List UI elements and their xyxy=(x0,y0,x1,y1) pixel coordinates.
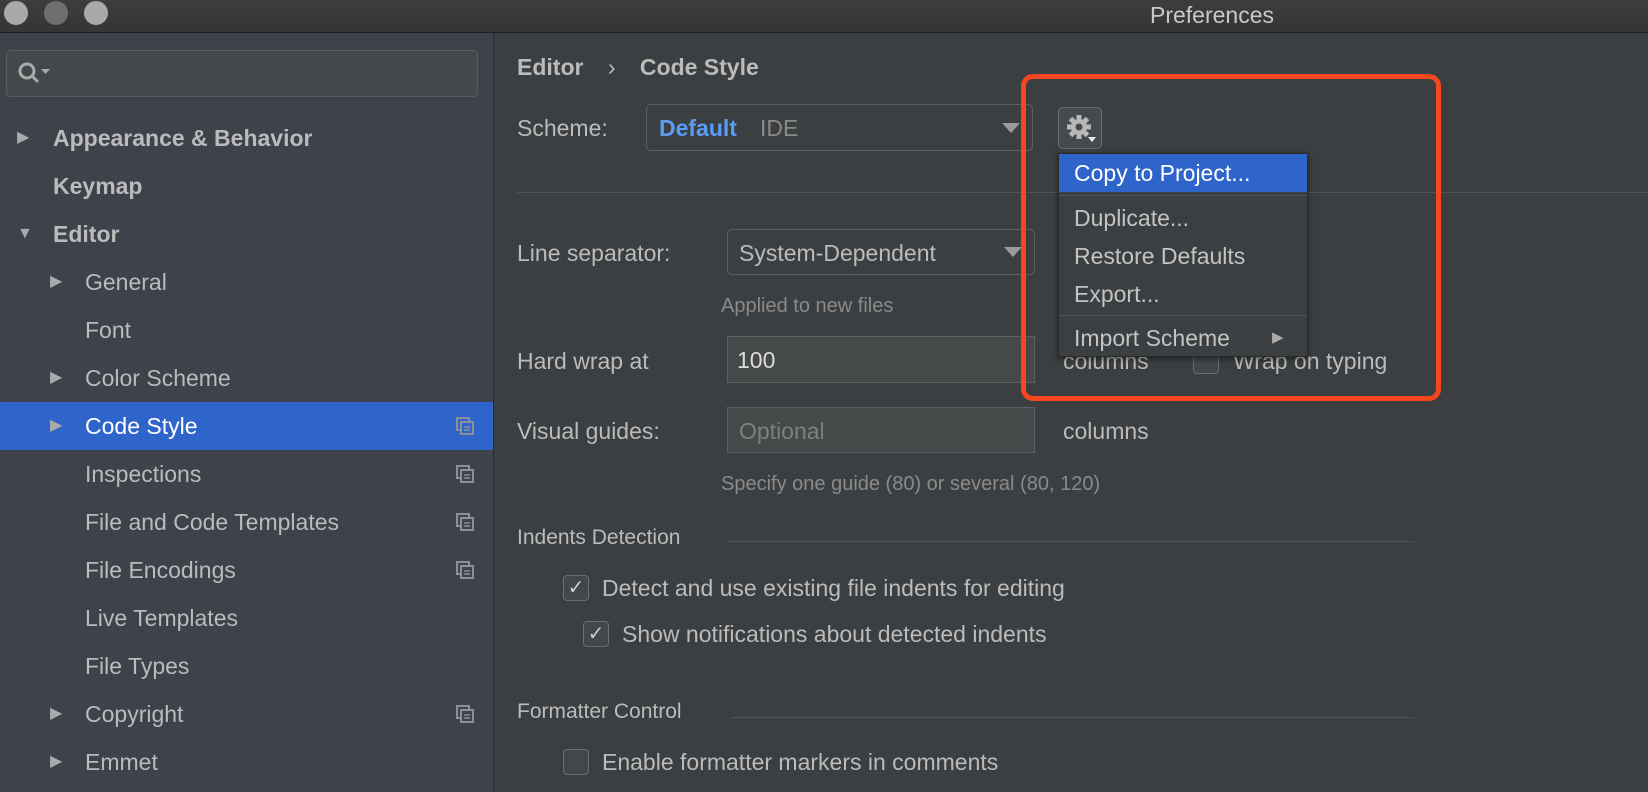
collapsed-arrow-icon[interactable]: ▶ xyxy=(50,258,62,306)
hard-wrap-input[interactable]: 100 xyxy=(727,336,1035,383)
settings-search-input[interactable] xyxy=(6,50,478,97)
project-scope-icon xyxy=(456,705,474,723)
line-separator-value: System-Dependent xyxy=(739,240,936,266)
collapsed-arrow-icon[interactable]: ▶ xyxy=(50,738,62,786)
expanded-arrow-icon[interactable]: ▼ xyxy=(17,210,33,258)
sidebar-item-label: Emmet xyxy=(85,749,158,775)
sidebar-item-file-encodings[interactable]: File Encodings xyxy=(0,546,493,594)
sidebar-item-label: Copyright xyxy=(85,701,184,727)
section-divider xyxy=(731,717,1414,718)
visual-guides-placeholder: Optional xyxy=(739,418,825,444)
sidebar-item-inspections[interactable]: Inspections xyxy=(0,450,493,498)
chevron-down-icon xyxy=(1002,122,1020,133)
scheme-name: Default xyxy=(659,115,737,141)
project-scope-icon xyxy=(456,465,474,483)
detect-indents-label: Detect and use existing file indents for… xyxy=(602,575,1065,601)
sidebar-item-emmet[interactable]: ▶ Emmet xyxy=(0,738,493,786)
title-bar: Preferences xyxy=(0,0,1648,33)
hard-wrap-value: 100 xyxy=(737,347,776,373)
close-window-button[interactable] xyxy=(4,1,28,25)
chevron-down-icon xyxy=(1004,247,1022,257)
scheme-label: Scheme: xyxy=(517,115,608,141)
project-scope-icon xyxy=(456,513,474,531)
project-scope-icon xyxy=(456,561,474,579)
collapsed-arrow-icon[interactable]: ▶ xyxy=(50,690,62,738)
show-notifications-checkbox[interactable]: ✓ xyxy=(583,621,609,647)
visual-guides-input[interactable]: Optional xyxy=(727,407,1035,453)
scheme-dropdown[interactable]: Default IDE xyxy=(646,104,1033,151)
highlight-annotation-box xyxy=(1021,74,1441,401)
sidebar-item-color-scheme[interactable]: ▶ Color Scheme xyxy=(0,354,493,402)
sidebar-item-label: Font xyxy=(85,317,132,343)
search-icon xyxy=(18,62,50,84)
indents-detection-title: Indents Detection xyxy=(517,526,681,549)
collapsed-arrow-icon[interactable]: ▶ xyxy=(50,354,62,402)
project-scope-icon xyxy=(456,417,474,435)
sidebar-item-label: File and Code Templates xyxy=(85,509,339,535)
sidebar-item-editor[interactable]: ▼ Editor xyxy=(0,210,493,258)
breadcrumb-separator: › xyxy=(607,54,616,80)
sidebar-item-file-types[interactable]: File Types xyxy=(0,642,493,690)
sidebar-item-label: Appearance & Behavior xyxy=(53,125,313,151)
breadcrumb-parent[interactable]: Editor xyxy=(517,54,583,80)
scheme-type: IDE xyxy=(760,115,799,141)
minimize-window-button[interactable] xyxy=(44,1,68,25)
show-notifications-label: Show notifications about detected indent… xyxy=(622,621,1047,647)
collapsed-arrow-icon[interactable]: ▶ xyxy=(17,114,29,162)
line-separator-hint: Applied to new files xyxy=(721,295,894,317)
window-title: Preferences xyxy=(1150,2,1275,28)
sidebar-item-file-and-code-templates[interactable]: File and Code Templates xyxy=(0,498,493,546)
breadcrumb-current: Code Style xyxy=(639,54,759,80)
sidebar-item-appearance-behavior[interactable]: ▶ Appearance & Behavior xyxy=(0,114,493,162)
sidebar-item-code-style[interactable]: ▶ Code Style xyxy=(0,402,493,450)
collapsed-arrow-icon[interactable]: ▶ xyxy=(50,402,62,450)
detect-indents-checkbox[interactable]: ✓ xyxy=(563,575,589,601)
formatter-control-title: Formatter Control xyxy=(517,700,682,723)
line-separator-dropdown[interactable]: System-Dependent xyxy=(727,229,1035,275)
zoom-window-button[interactable] xyxy=(84,1,108,25)
sidebar-item-label: Editor xyxy=(53,221,120,247)
formatter-markers-label: Enable formatter markers in comments xyxy=(602,749,999,775)
sidebar-item-label: Color Scheme xyxy=(85,365,231,391)
sidebar-item-label: Code Style xyxy=(85,413,198,439)
section-divider xyxy=(727,541,1414,542)
sidebar-item-font[interactable]: Font xyxy=(0,306,493,354)
sidebar-item-label: File Encodings xyxy=(85,557,236,583)
sidebar-item-live-templates[interactable]: Live Templates xyxy=(0,594,493,642)
sidebar-item-copyright[interactable]: ▶ Copyright xyxy=(0,690,493,738)
visual-guides-unit: columns xyxy=(1063,418,1149,444)
visual-guides-hint: Specify one guide (80) or several (80, 1… xyxy=(721,473,1101,495)
hard-wrap-label: Hard wrap at xyxy=(517,348,649,374)
breadcrumb: Editor › Code Style xyxy=(517,53,759,81)
sidebar-item-label: General xyxy=(85,269,167,295)
line-separator-label: Line separator: xyxy=(517,240,671,266)
visual-guides-label: Visual guides: xyxy=(517,418,660,444)
sidebar-item-label: Live Templates xyxy=(85,605,238,631)
formatter-markers-checkbox[interactable] xyxy=(563,749,589,775)
sidebar-item-label: File Types xyxy=(85,653,190,679)
sidebar-item-general[interactable]: ▶ General xyxy=(0,258,493,306)
sidebar-item-keymap[interactable]: Keymap xyxy=(0,162,493,210)
sidebar-item-label: Inspections xyxy=(85,461,202,487)
sidebar-item-label: Keymap xyxy=(53,173,143,199)
